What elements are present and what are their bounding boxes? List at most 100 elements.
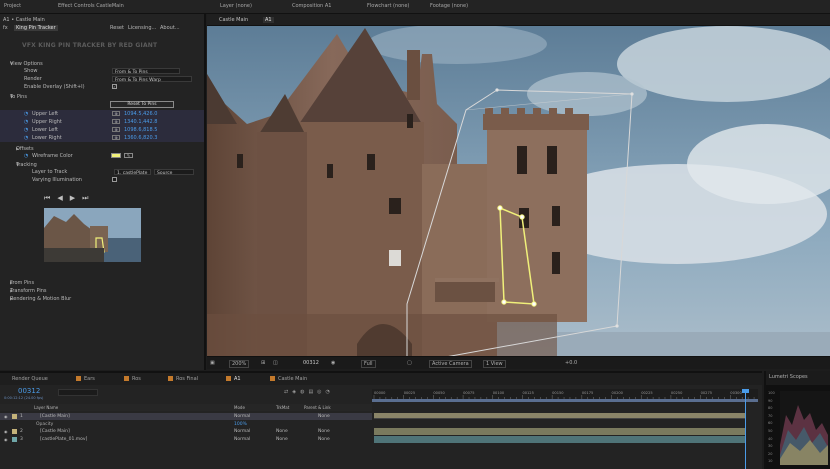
views-dropdown[interactable]: 1 View <box>483 360 506 368</box>
crosshair-icon[interactable]: ⊕ <box>112 119 120 124</box>
stopwatch-icon[interactable]: ◔ <box>24 135 28 141</box>
tab-render-queue[interactable]: Render Queue <box>12 376 48 382</box>
wireframe-color-swatch[interactable] <box>111 153 121 158</box>
stopwatch-icon[interactable]: ◔ <box>24 111 28 117</box>
composition-viewer[interactable]: Castle Main A1 <box>207 14 830 369</box>
composition-flowchart-icon[interactable]: ⇄ <box>284 389 292 395</box>
upper-left-value[interactable]: 1094.5,426.0 <box>124 111 157 117</box>
layer-row[interactable]: ◉ 3 [castlePlate_01.mov] Normal None None <box>0 436 372 443</box>
layer-3-track[interactable] <box>374 436 746 443</box>
playhead[interactable] <box>745 389 746 469</box>
tab-project[interactable]: Project <box>4 3 21 9</box>
camera-dropdown[interactable]: Active Camera <box>429 360 472 368</box>
layer-mode[interactable]: Normal <box>234 437 250 442</box>
frame-blend-icon[interactable]: ▤ <box>308 389 317 395</box>
source-dropdown[interactable]: Source <box>154 169 194 176</box>
draft3d-icon[interactable]: ◈ <box>292 389 300 395</box>
region-icon[interactable]: ▢ <box>407 360 412 366</box>
about-link[interactable]: About... <box>160 25 180 31</box>
col-mode[interactable]: Mode <box>234 405 245 410</box>
col-layer-name[interactable]: Layer Name <box>34 405 58 410</box>
tab-composition[interactable]: Composition A1 <box>292 3 331 9</box>
layer-1-track[interactable] <box>374 413 746 419</box>
col-trkmat[interactable]: TrkMat <box>276 405 289 410</box>
time-ruler[interactable]: 00000 00025 00050 00075 00100 00125 00150 00175… <box>372 389 758 399</box>
stopwatch-icon[interactable]: ◔ <box>24 153 28 159</box>
lower-right-value[interactable]: 1360.6,820.3 <box>124 135 157 141</box>
col-parent[interactable]: Parent & Link <box>304 405 331 410</box>
safe-margins-icon[interactable]: ◫ <box>273 360 278 366</box>
stopwatch-icon[interactable]: ◔ <box>24 127 28 133</box>
licensing-link[interactable]: Licensing... <box>128 25 156 31</box>
viewer-timecode[interactable]: 00312 <box>303 360 319 366</box>
render-dropdown[interactable]: From & To Pins Warp <box>112 76 192 83</box>
tab-ears[interactable]: Ears <box>76 376 95 382</box>
timeline-timecode[interactable]: 00312 <box>18 387 40 395</box>
eye-toggle-icon[interactable]: ◉ <box>4 429 8 434</box>
comp-tab-castle-main[interactable]: Castle Main <box>219 17 248 23</box>
tab-footage[interactable]: Footage (none) <box>430 3 468 9</box>
work-area-bar[interactable] <box>372 399 758 402</box>
layer-row[interactable]: ◉ 2 [Castle Main] Normal None None <box>0 428 372 435</box>
tracking-thumbnail[interactable] <box>44 208 141 262</box>
crosshair-icon[interactable]: ⊕ <box>112 111 120 116</box>
eye-toggle-icon[interactable]: ◉ <box>4 437 8 442</box>
snapshot-icon[interactable]: ◉ <box>331 360 335 366</box>
crosshair-icon[interactable]: ⊕ <box>112 127 120 132</box>
reset-link[interactable]: Reset <box>110 25 124 31</box>
lower-left-value[interactable]: 1098.6,818.5 <box>124 127 157 133</box>
tab-flowchart[interactable]: Flowchart (none) <box>367 3 409 9</box>
layer-mode[interactable]: Normal <box>234 414 250 419</box>
resolution-dropdown[interactable]: Full <box>361 360 376 368</box>
layer-mode[interactable]: 100% <box>234 422 247 427</box>
crosshair-icon[interactable]: ⊕ <box>112 135 120 140</box>
track-forward-icon[interactable]: ▶ <box>70 194 82 202</box>
tab-castle-main[interactable]: Castle Main <box>270 376 307 382</box>
layer-trkmat[interactable]: None <box>276 429 288 434</box>
reset-to-pins-button[interactable]: Reset To Pins <box>110 101 174 108</box>
layer-row[interactable]: ◉ 1 [Castle Main] Normal None <box>0 413 372 420</box>
playhead-handle[interactable] <box>742 389 749 393</box>
tab-ros[interactable]: Ros <box>124 376 141 382</box>
label-color-swatch[interactable] <box>12 429 17 434</box>
layer-name[interactable]: Opacity <box>36 422 53 427</box>
tab-effect-controls[interactable]: Effect Controls CastleMain <box>58 3 124 9</box>
zoom-dropdown[interactable]: 200% <box>229 360 250 368</box>
exposure-value[interactable]: +0.0 <box>565 360 577 366</box>
layer-2-track[interactable] <box>374 428 746 435</box>
layer-to-track-dropdown[interactable]: 1. castlePlate <box>114 169 151 176</box>
tab-ros-final[interactable]: Ros Final <box>168 376 198 382</box>
timeline-search-input[interactable] <box>58 389 98 396</box>
layer-parent[interactable]: None <box>318 414 330 419</box>
eyedropper-icon[interactable]: ✎ <box>124 153 133 158</box>
layer-trkmat[interactable]: None <box>276 437 288 442</box>
property-row[interactable]: Opacity 100% <box>0 421 372 428</box>
effect-name[interactable]: King Pin Tracker <box>14 25 58 31</box>
track-backward-all-icon[interactable]: ⏮ <box>44 194 57 202</box>
grid-icon[interactable]: ⊞ <box>261 360 265 366</box>
layer-parent[interactable]: None <box>318 437 330 442</box>
tab-layer[interactable]: Layer (none) <box>220 3 252 9</box>
track-forward-all-icon[interactable]: ⏭ <box>82 194 95 202</box>
fx-toggle-icon[interactable]: fx <box>3 25 8 31</box>
layer-mode[interactable]: Normal <box>234 429 250 434</box>
stopwatch-icon[interactable]: ◔ <box>24 119 28 125</box>
layer-name[interactable]: [Castle Main] <box>40 429 70 434</box>
track-backward-icon[interactable]: ◀ <box>57 194 69 202</box>
layer-name[interactable]: [Castle Main] <box>40 414 70 419</box>
graph-editor-icon[interactable]: ◔ <box>326 389 334 395</box>
label-color-swatch[interactable] <box>12 414 17 419</box>
eye-toggle-icon[interactable]: ◉ <box>4 414 8 419</box>
motion-blur-icon[interactable]: ◎ <box>317 389 325 395</box>
tab-a1[interactable]: A1 <box>226 376 241 382</box>
layer-name[interactable]: [castlePlate_01.mov] <box>40 437 87 442</box>
comp-tab-a1[interactable]: A1 <box>263 17 274 23</box>
label-color-swatch[interactable] <box>12 437 17 442</box>
varying-illumination-checkbox[interactable] <box>112 177 117 182</box>
viewer-lock-icon[interactable]: ▣ <box>210 360 215 366</box>
upper-right-value[interactable]: 1340.1,442.8 <box>124 119 157 125</box>
show-dropdown[interactable]: From & To Pins <box>112 68 180 75</box>
layer-parent[interactable]: None <box>318 429 330 434</box>
lumetri-title[interactable]: Lumetri Scopes <box>769 374 808 380</box>
enable-overlay-checkbox[interactable]: ✓ <box>112 84 117 89</box>
